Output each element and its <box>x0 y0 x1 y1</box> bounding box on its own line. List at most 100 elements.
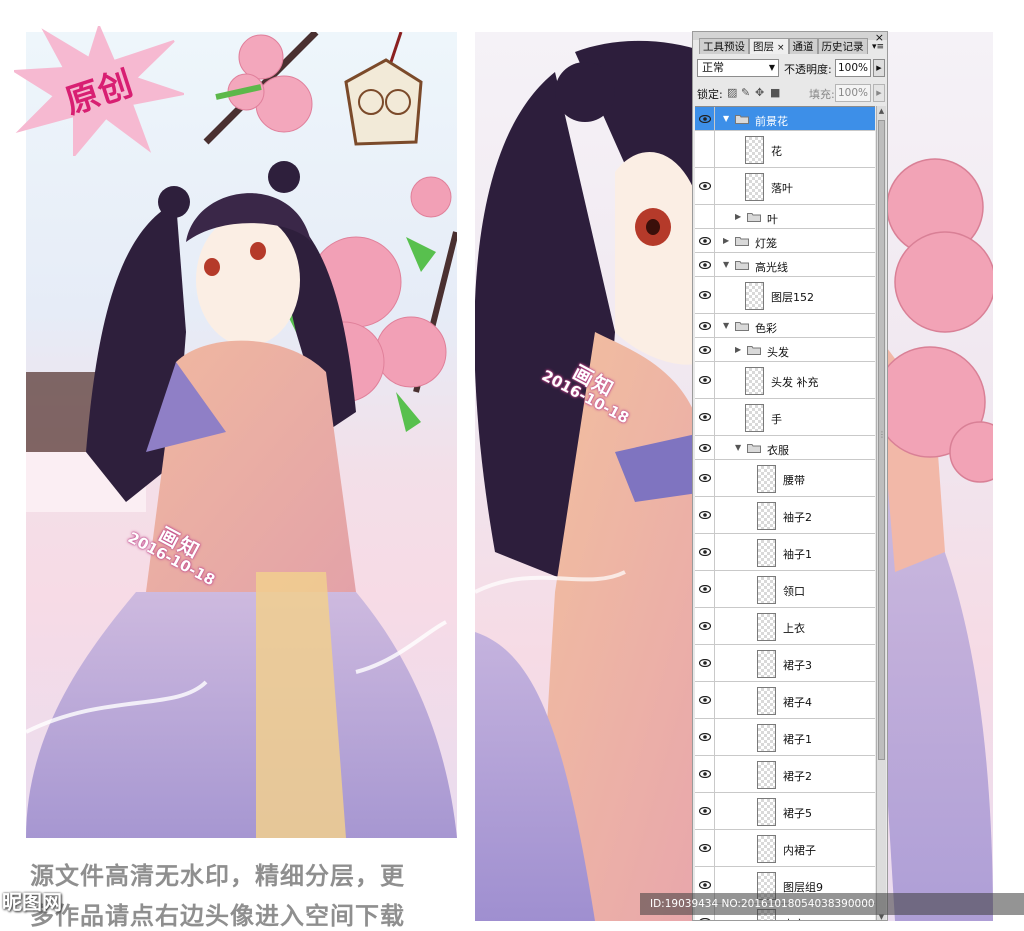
layer-row[interactable]: 花 <box>695 131 875 168</box>
blend-row: 正常 ▼ 不透明度: 100% ▶ <box>697 59 885 79</box>
layer-thumbnail[interactable] <box>757 464 776 493</box>
panel-resize-grip-icon[interactable]: ⋮ <box>878 430 886 439</box>
visibility-eye-icon[interactable] <box>695 645 715 681</box>
visibility-eye-icon[interactable] <box>695 277 715 313</box>
folder-icon <box>735 237 749 246</box>
visibility-eye-icon[interactable] <box>695 338 715 361</box>
scroll-up-icon[interactable]: ▲ <box>877 106 886 116</box>
visibility-eye-icon[interactable] <box>695 756 715 792</box>
layer-thumbnail[interactable] <box>757 686 776 715</box>
visibility-eye-icon[interactable] <box>695 107 715 130</box>
visibility-eye-icon[interactable] <box>695 131 715 167</box>
layer-thumbnail[interactable] <box>757 649 776 678</box>
layer-group-row[interactable]: ▶ 叶 <box>695 205 875 229</box>
visibility-eye-icon[interactable] <box>695 436 715 459</box>
visibility-eye-icon[interactable] <box>695 253 715 276</box>
tab-tool-presets[interactable]: 工具预设 <box>699 38 749 54</box>
layer-name: 袖子1 <box>783 548 812 561</box>
visibility-eye-icon[interactable] <box>695 314 715 337</box>
layer-name: 花 <box>771 145 782 158</box>
layer-thumbnail[interactable] <box>757 501 776 530</box>
layer-row[interactable]: 上衣 <box>695 608 875 645</box>
panel-menu-icon[interactable]: ▾≡ <box>872 42 884 52</box>
layer-row[interactable]: 图层152 <box>695 277 875 314</box>
visibility-eye-icon[interactable] <box>695 362 715 398</box>
layer-thumbnail[interactable] <box>745 403 764 432</box>
lock-pixels-icon[interactable]: ✎ <box>741 86 750 99</box>
fill-input[interactable]: 100% <box>835 84 871 102</box>
layer-group-row[interactable]: ▼ 衣服 <box>695 436 875 460</box>
layer-row[interactable]: 裙子5 <box>695 793 875 830</box>
visibility-eye-icon[interactable] <box>695 460 715 496</box>
expand-down-icon[interactable]: ▼ <box>735 443 741 452</box>
layer-thumbnail[interactable] <box>757 834 776 863</box>
layer-row[interactable]: 裙子2 <box>695 756 875 793</box>
visibility-eye-icon[interactable] <box>695 719 715 755</box>
visibility-eye-icon[interactable] <box>695 571 715 607</box>
layer-thumbnail[interactable] <box>745 135 764 164</box>
layer-thumbnail[interactable] <box>757 797 776 826</box>
layer-group-row[interactable]: ▶ 灯笼 <box>695 229 875 253</box>
layer-thumbnail[interactable] <box>757 612 776 641</box>
layer-group-row[interactable]: ▼ 高光线 <box>695 253 875 277</box>
layer-thumbnail[interactable] <box>757 723 776 752</box>
expand-down-icon[interactable]: ▼ <box>723 260 729 269</box>
lock-transparency-icon[interactable]: ▨ <box>727 86 737 99</box>
scrollbar-thumb[interactable] <box>878 120 885 760</box>
layer-list-scrollbar[interactable]: ▲ ▼ <box>876 106 886 920</box>
visibility-eye-icon[interactable] <box>695 793 715 829</box>
tab-layers[interactable]: 图层 × <box>749 38 789 54</box>
layer-row[interactable]: 裙子1 <box>695 719 875 756</box>
blend-mode-select[interactable]: 正常 ▼ <box>697 59 779 77</box>
layer-thumbnail[interactable] <box>745 366 764 395</box>
expand-down-icon[interactable]: ▼ <box>723 321 729 330</box>
layer-name: 手 <box>771 413 782 426</box>
visibility-eye-icon[interactable] <box>695 229 715 252</box>
layer-row[interactable]: 袖子1 <box>695 534 875 571</box>
visibility-eye-icon[interactable] <box>695 168 715 204</box>
layer-name: 衣服 <box>767 443 789 457</box>
visibility-eye-icon[interactable] <box>695 682 715 718</box>
visibility-eye-icon[interactable] <box>695 608 715 644</box>
tab-close-icon[interactable]: × <box>777 43 785 53</box>
lock-position-icon[interactable]: ✥ <box>755 86 764 99</box>
expand-right-icon[interactable]: ▶ <box>735 212 741 221</box>
layer-name: 头发 补充 <box>771 376 819 389</box>
layer-thumbnail[interactable] <box>745 172 764 201</box>
layer-row[interactable]: 腰带 <box>695 460 875 497</box>
opacity-input[interactable]: 100% <box>835 59 871 77</box>
fill-label: 填充: <box>809 88 835 101</box>
visibility-eye-icon[interactable] <box>695 497 715 533</box>
visibility-eye-icon[interactable] <box>695 205 715 228</box>
expand-right-icon[interactable]: ▶ <box>723 236 729 245</box>
expand-down-icon[interactable]: ▼ <box>723 114 729 123</box>
visibility-eye-icon[interactable] <box>695 399 715 435</box>
layer-name: 裙子2 <box>783 770 812 783</box>
opacity-slider-arrow-icon[interactable]: ▶ <box>873 59 885 77</box>
blend-mode-value: 正常 <box>702 61 724 74</box>
layer-row[interactable]: 手 <box>695 399 875 436</box>
lock-row: 锁定: ▨ ✎ ✥ ■ 填充: 100% ▶ <box>697 84 885 104</box>
layer-name: 色彩 <box>755 321 777 335</box>
layer-row[interactable]: 袖子2 <box>695 497 875 534</box>
expand-right-icon[interactable]: ▶ <box>735 345 741 354</box>
layer-group-row[interactable]: ▼ 色彩 <box>695 314 875 338</box>
layer-row[interactable]: 落叶 <box>695 168 875 205</box>
lock-all-icon[interactable]: ■ <box>770 86 780 99</box>
layer-thumbnail[interactable] <box>757 575 776 604</box>
layer-thumbnail[interactable] <box>745 281 764 310</box>
layer-row[interactable]: 头发 补充 <box>695 362 875 399</box>
layer-group-row[interactable]: ▼ 前景花 <box>695 107 875 131</box>
layer-row[interactable]: 裙子3 <box>695 645 875 682</box>
visibility-eye-icon[interactable] <box>695 534 715 570</box>
layer-row[interactable]: 裙子4 <box>695 682 875 719</box>
fill-slider-arrow-icon[interactable]: ▶ <box>873 84 885 102</box>
layer-thumbnail[interactable] <box>757 538 776 567</box>
layer-thumbnail[interactable] <box>757 760 776 789</box>
layer-group-row[interactable]: ▶ 头发 <box>695 338 875 362</box>
tab-channels[interactable]: 通道 <box>788 38 818 54</box>
visibility-eye-icon[interactable] <box>695 830 715 866</box>
layer-row[interactable]: 内裙子 <box>695 830 875 867</box>
tab-history[interactable]: 历史记录 <box>817 38 868 54</box>
layer-row[interactable]: 领口 <box>695 571 875 608</box>
